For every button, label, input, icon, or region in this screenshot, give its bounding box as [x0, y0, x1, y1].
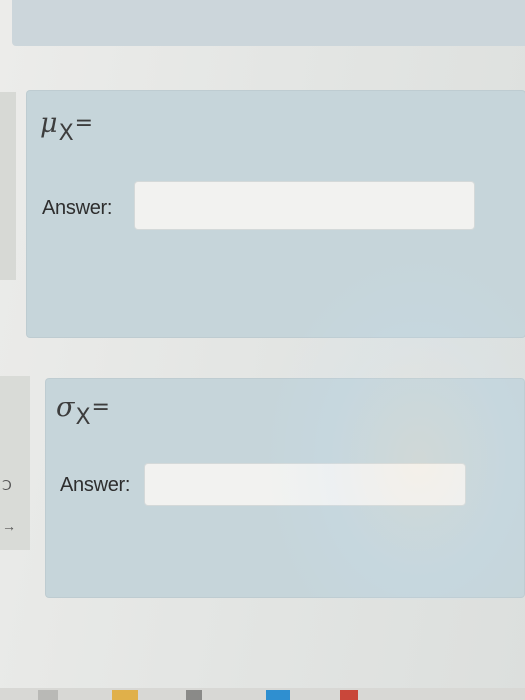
app-icon[interactable] [266, 690, 290, 700]
subscript-x: X [58, 121, 74, 146]
answer-label: Answer: [60, 474, 131, 496]
side-panel-edge [0, 92, 16, 280]
mu-glyph: μ [40, 108, 58, 139]
subscript-x: X [75, 405, 91, 430]
taskbar [0, 688, 525, 700]
edge-glyph: Ↄ [2, 477, 12, 493]
equals-sign: = [91, 395, 110, 420]
stddev-answer-input[interactable] [144, 463, 466, 506]
mean-symbol: μX= [40, 108, 94, 146]
mean-answer-input[interactable] [134, 181, 475, 230]
equals-sign: = [74, 111, 94, 136]
store-icon[interactable] [186, 690, 202, 700]
edge-glyph: → [2, 518, 16, 534]
sigma-glyph: σ [56, 392, 75, 423]
app-icon[interactable] [340, 690, 358, 700]
previous-question-card [12, 0, 525, 46]
folder-icon[interactable] [112, 690, 138, 700]
file-explorer-icon[interactable] [38, 690, 58, 700]
stddev-symbol: σX= [56, 392, 110, 430]
answer-label: Answer: [42, 197, 113, 219]
